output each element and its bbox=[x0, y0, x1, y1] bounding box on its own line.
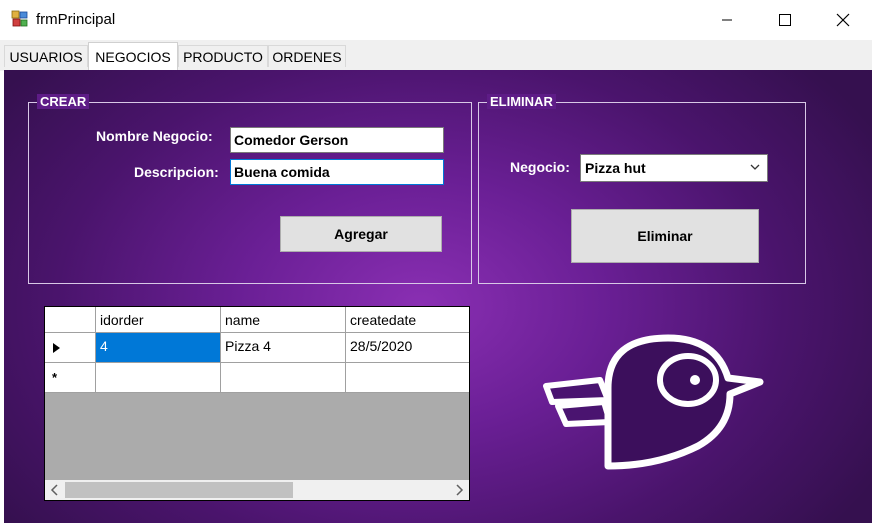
title-bar: frmPrincipal bbox=[0, 0, 872, 40]
grid-corner-header bbox=[45, 307, 96, 333]
chevron-down-icon bbox=[750, 164, 760, 170]
bird-logo-icon bbox=[543, 334, 764, 470]
negocio-select-value: Pizza hut bbox=[585, 160, 646, 176]
row-pointer-icon bbox=[53, 343, 60, 353]
new-row-cell-idorder[interactable] bbox=[96, 363, 221, 393]
eliminar-button[interactable]: Eliminar bbox=[571, 209, 759, 263]
tab-usuarios[interactable]: USUARIOS bbox=[4, 45, 88, 67]
new-row-marker: * bbox=[52, 370, 58, 385]
negocio-label: Negocio: bbox=[510, 159, 570, 175]
table-cell-createdate[interactable]: 28/5/2020 bbox=[346, 333, 469, 363]
agregar-button[interactable]: Agregar bbox=[280, 216, 442, 252]
window-title: frmPrincipal bbox=[36, 11, 116, 28]
descripcion-label: Descripcion: bbox=[134, 164, 219, 180]
column-header-idorder[interactable]: idorder bbox=[96, 307, 221, 333]
negocio-select[interactable]: Pizza hut bbox=[580, 154, 768, 182]
tab-negocios[interactable]: NEGOCIOS bbox=[88, 42, 178, 70]
orders-grid[interactable]: idorder name createdate 4 Pizza 4 28/5/2… bbox=[44, 306, 470, 501]
table-cell-idorder[interactable]: 4 bbox=[96, 333, 221, 363]
table-cell-name[interactable]: Pizza 4 bbox=[221, 333, 346, 363]
nombre-negocio-label: Nombre Negocio: bbox=[96, 128, 213, 144]
nombre-negocio-input[interactable]: Comedor Gerson bbox=[230, 127, 444, 153]
tab-producto[interactable]: PRODUCTO bbox=[178, 45, 268, 67]
minimize-button[interactable] bbox=[698, 0, 756, 40]
app-icon bbox=[11, 10, 28, 27]
tab-ordenes[interactable]: ORDENES bbox=[268, 45, 346, 67]
new-row-cell-createdate[interactable] bbox=[346, 363, 469, 393]
column-header-createdate[interactable]: createdate bbox=[346, 307, 469, 333]
close-icon bbox=[836, 13, 850, 27]
maximize-icon bbox=[779, 14, 791, 26]
negocios-panel: CREAR Nombre Negocio: Comedor Gerson Des… bbox=[4, 70, 872, 523]
tab-strip: USUARIOS NEGOCIOS PRODUCTO ORDENES bbox=[0, 40, 872, 71]
column-header-name[interactable]: name bbox=[221, 307, 346, 333]
new-row-header[interactable]: * bbox=[45, 363, 96, 393]
maximize-button[interactable] bbox=[756, 0, 814, 40]
scroll-right-icon[interactable] bbox=[451, 482, 467, 498]
row-header[interactable] bbox=[45, 333, 96, 363]
scrollbar-thumb[interactable] bbox=[65, 482, 293, 498]
crear-legend: CREAR bbox=[37, 94, 90, 109]
close-button[interactable] bbox=[814, 0, 872, 40]
new-row-cell-name[interactable] bbox=[221, 363, 346, 393]
horizontal-scrollbar[interactable] bbox=[45, 480, 469, 500]
eliminar-legend: ELIMINAR bbox=[487, 94, 556, 109]
descripcion-input[interactable]: Buena comida bbox=[230, 159, 444, 185]
minimize-icon bbox=[722, 19, 732, 21]
scroll-left-icon[interactable] bbox=[47, 482, 63, 498]
